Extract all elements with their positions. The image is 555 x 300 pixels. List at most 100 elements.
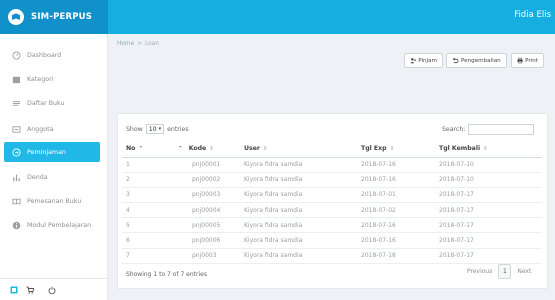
table-cell: 2018-07-17 — [435, 187, 542, 204]
table-cell: Kiyora fidra samdia — [230, 202, 357, 219]
user-plus-icon — [410, 58, 417, 64]
brand-name: SIM-PERPUS — [31, 12, 93, 22]
brand[interactable]: SIM-PERPUS — [0, 0, 108, 34]
folder-icon — [12, 75, 21, 84]
table-cell: pnj00001 — [178, 157, 230, 173]
table-cell: pnj00004 — [178, 202, 230, 219]
page-length-value: 10 — [148, 125, 157, 133]
list-icon — [12, 99, 21, 108]
table-row[interactable]: 4 pnj00004 Kiyora fidra samdia 2018-07-02 20… — [122, 202, 542, 219]
table-cell: 2018-07-18 — [357, 248, 435, 264]
top-bar: SIM-PERPUS Fidia Elis — [0, 0, 555, 34]
column-header-label: Kode — [188, 144, 207, 152]
sidebar-item-label: Modul Pembelajaran — [27, 221, 92, 229]
table-cell: 6 — [122, 232, 178, 249]
column-header-no[interactable]: No ⌃ — [122, 140, 178, 158]
pengembalian-label: Pengembalian — [461, 57, 501, 64]
column-header-label: Tgl Exp — [361, 144, 387, 152]
sidebar-item-label: Kategori — [27, 75, 54, 83]
table-row[interactable]: 7 pnj0003 Kiyora fidra samdia 2018-07-18 201… — [122, 248, 542, 264]
table-info: Showing 1 to 7 of 7 entries — [126, 271, 207, 278]
column-header-tgl-exp[interactable]: Tgl Exp ⇕ — [357, 140, 435, 158]
table-cell: pnj00003 — [178, 187, 230, 204]
table-cell: 2018-07-10 — [435, 157, 542, 173]
table-cell: Kiyora fidra samdia — [230, 217, 357, 234]
sort-icon: ⇕ — [262, 145, 268, 152]
breadcrumb-home[interactable]: Home — [117, 41, 134, 47]
sidebar-item-daftar-buku[interactable]: Daftar Buku — [4, 93, 100, 113]
next-button[interactable]: Next — [511, 268, 537, 275]
column-header-label: Tgl Kembali — [439, 144, 481, 152]
pagination: Previous 1 Next — [461, 264, 537, 279]
sidebar-footer — [0, 278, 108, 300]
table-cell: pnj0003 — [178, 248, 230, 264]
page-length-select[interactable]: 10 ▾ — [145, 124, 165, 134]
table-cell: 1 — [122, 157, 178, 173]
table-cell: Kiyora fidra samdia — [230, 157, 357, 173]
sidebar-item-label: Denda — [27, 173, 48, 181]
previous-button[interactable]: Previous — [461, 268, 498, 275]
sidebar-item-label: Peminjaman — [27, 148, 66, 156]
printer-icon — [517, 57, 523, 64]
user-name[interactable]: Fidia Elis — [514, 10, 551, 20]
table-row[interactable]: 6 pnj00006 Kiyora fidra samdia 2018-07-16 20… — [122, 232, 542, 249]
table-body: 1 pnj00001 Kiyora fidra samdia 2018-07-16 20… — [122, 157, 542, 264]
table-row[interactable]: 5 pnj00005 Kiyora fidra samdia 2018-07-16 20… — [122, 217, 542, 234]
sort-asc-icon: ⌃ — [138, 145, 144, 152]
table-row[interactable]: 1 pnj00001 Kiyora fidra samdia 2018-07-16 20… — [122, 157, 542, 173]
table-cell: 2018-07-17 — [435, 232, 542, 249]
sort-asc-icon: ⌃ — [178, 145, 183, 152]
table-cell: 2018-07-17 — [435, 202, 542, 219]
sidebar-item-dashboard[interactable]: Dashboard — [4, 45, 100, 65]
table-row[interactable]: 3 pnj00003 Kiyora fidra samdia 2018-07-01 20… — [122, 187, 542, 204]
table-cell: Kiyora fidra samdia — [230, 232, 357, 249]
page-1-button[interactable]: 1 — [498, 264, 512, 279]
table-cell: 2018-07-10 — [435, 172, 542, 188]
show-label: Show — [126, 125, 143, 133]
table-cell: 2018-07-16 — [357, 217, 435, 234]
table-cell: Kiyora fidra samdia — [230, 172, 357, 188]
loan-table: No ⌃ ⌃ Kode ⇕ User ⇕ Tgl Exp ⇕ Tgl Kembali ⇕ 1… — [122, 140, 542, 264]
sidebar-item-kategori[interactable]: Kategori — [4, 69, 100, 89]
column-header-user[interactable]: User ⇕ — [230, 140, 357, 158]
print-button[interactable]: Print — [511, 53, 544, 68]
table-cell: 2018-07-17 — [435, 217, 542, 234]
sidebar: Dashboard Kategori Daftar Buku Anggota P… — [0, 34, 108, 300]
book-icon — [12, 197, 21, 206]
pengembalian-button[interactable]: Pengembalian — [446, 53, 507, 68]
table-cell: 7 — [122, 248, 178, 264]
table-cell: 3 — [122, 187, 178, 204]
window-icon[interactable] — [10, 286, 18, 294]
sidebar-item-label: Pemesanan Buku — [27, 197, 82, 205]
table-cell: pnj00005 — [178, 217, 230, 234]
table-cell: 2018-07-16 — [357, 232, 435, 249]
sidebar-item-modul-pembelajaran[interactable]: Modul Pembelajaran — [4, 215, 100, 235]
info-icon — [12, 221, 21, 230]
table-cell: pnj00006 — [178, 232, 230, 249]
dashboard-icon — [12, 50, 21, 60]
sidebar-item-peminjaman[interactable]: Peminjaman — [4, 142, 100, 162]
sidebar-item-denda[interactable]: Denda — [4, 167, 100, 187]
table-cell: 2018-07-02 — [357, 202, 435, 219]
circle-arrow-icon — [12, 147, 21, 157]
page-length-control: Show 10 ▾ entries — [126, 124, 189, 134]
table-cell: 5 — [122, 217, 178, 234]
print-label: Print — [525, 57, 538, 64]
sort-icon: ⇕ — [389, 145, 395, 152]
table-cell: Kiyora fidra samdia — [230, 248, 357, 264]
column-header-label: No — [126, 144, 136, 152]
power-icon[interactable] — [48, 286, 56, 294]
column-header-tgl-kembali[interactable]: Tgl Kembali ⇕ — [435, 140, 542, 158]
column-header-kode[interactable]: ⌃ Kode ⇕ — [178, 140, 230, 158]
bar-chart-icon — [12, 173, 21, 182]
pinjam-button[interactable]: Pinjam — [404, 53, 443, 68]
sidebar-item-pemesanan-buku[interactable]: Pemesanan Buku — [4, 191, 100, 211]
table-row[interactable]: 2 pnj00002 Kiyora fidra samdia 2018-07-16 20… — [122, 172, 542, 188]
breadcrumb-separator: > — [137, 41, 142, 47]
search-input[interactable] — [468, 124, 535, 135]
breadcrumb-current: Loan — [144, 41, 159, 47]
table-cell: 2018-07-16 — [357, 157, 435, 173]
sidebar-item-label: Anggota — [27, 125, 54, 133]
cart-icon[interactable] — [26, 286, 34, 294]
sidebar-item-anggota[interactable]: Anggota — [4, 119, 100, 139]
